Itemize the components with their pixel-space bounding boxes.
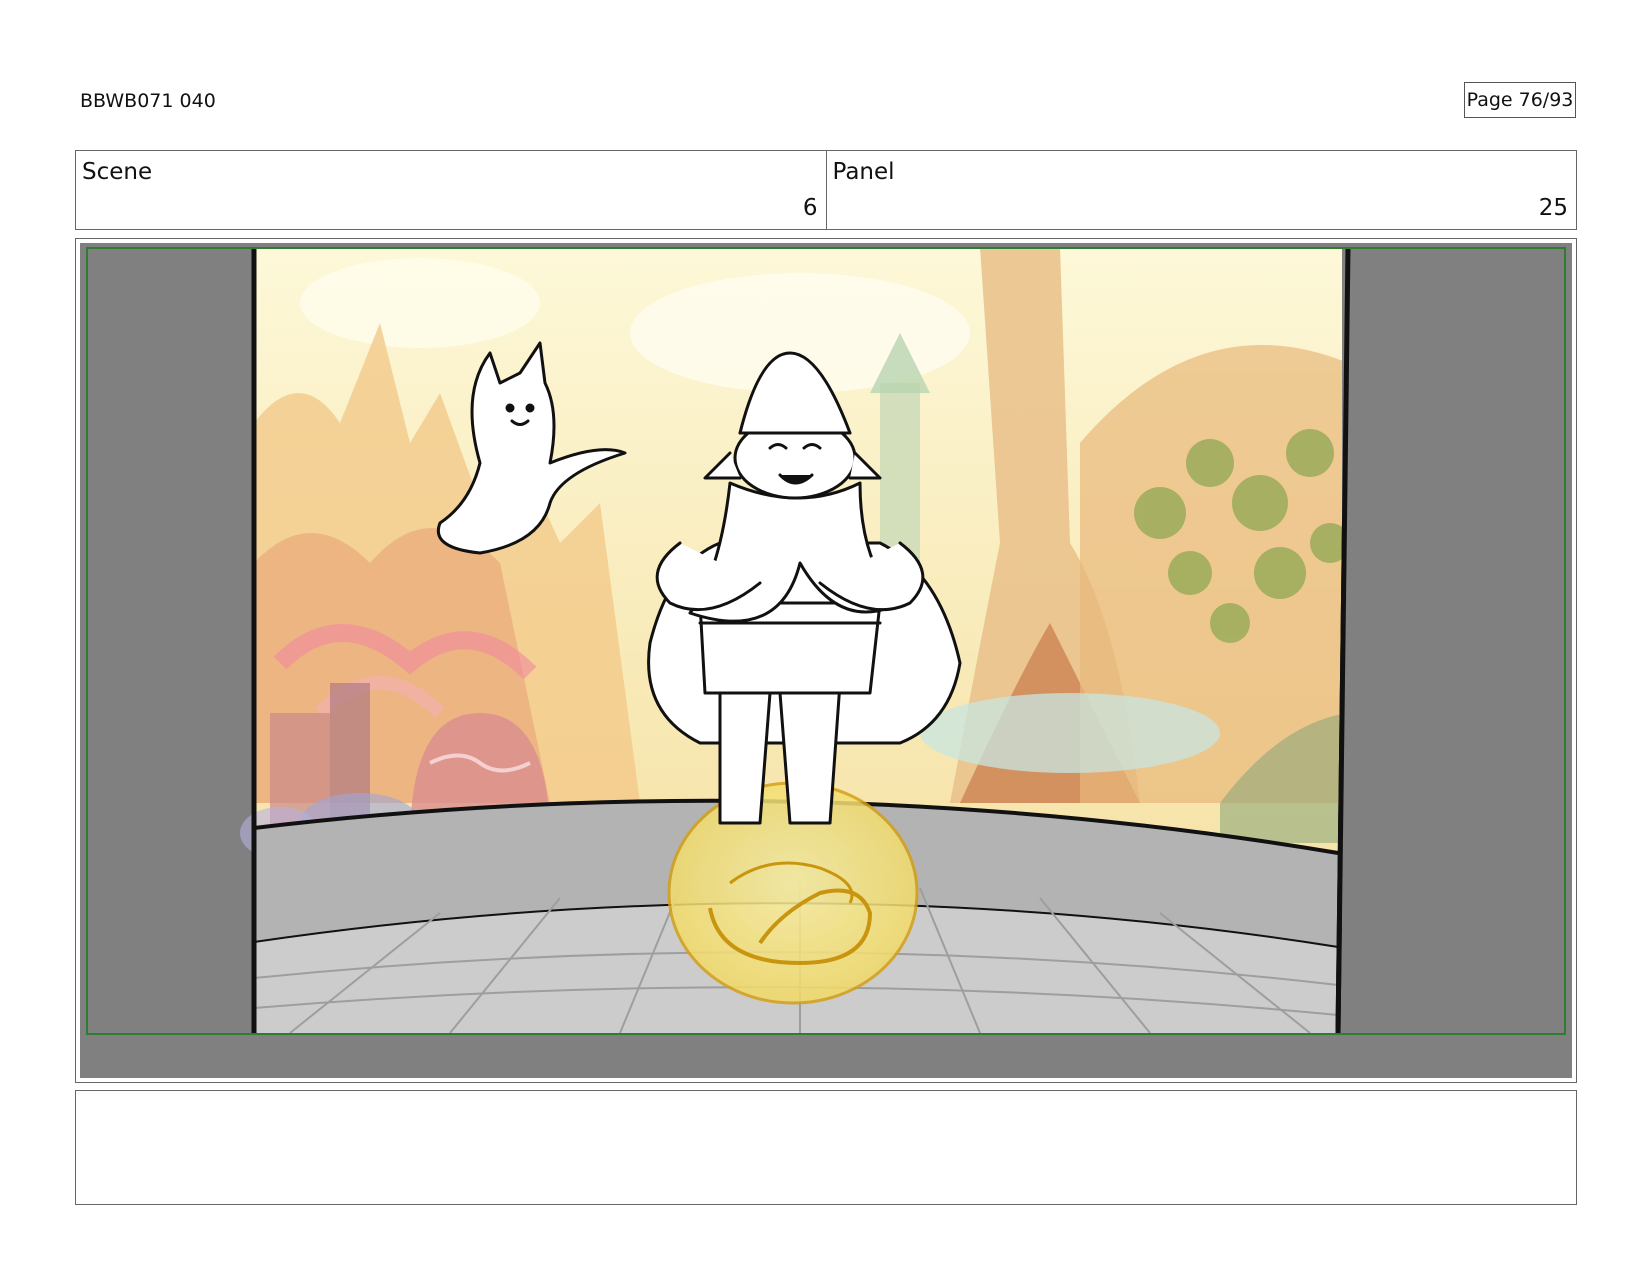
panel-label: Panel bbox=[832, 159, 895, 185]
doc-id: BBWB071 040 bbox=[80, 90, 216, 112]
storyboard-panel-image bbox=[80, 243, 1572, 1078]
panel-cell: Panel 25 bbox=[825, 151, 1577, 229]
storyboard-frame bbox=[75, 238, 1577, 1083]
scene-panel-row: Scene 6 Panel 25 bbox=[75, 150, 1577, 230]
scene-label: Scene bbox=[82, 159, 153, 185]
scene-cell: Scene 6 bbox=[76, 151, 826, 229]
panel-number: 25 bbox=[1538, 195, 1568, 221]
page-number: Page 76/93 bbox=[1464, 82, 1576, 118]
storyboard-drawing bbox=[86, 246, 1568, 1035]
caption-box bbox=[75, 1090, 1577, 1205]
scene-number: 6 bbox=[802, 195, 818, 221]
